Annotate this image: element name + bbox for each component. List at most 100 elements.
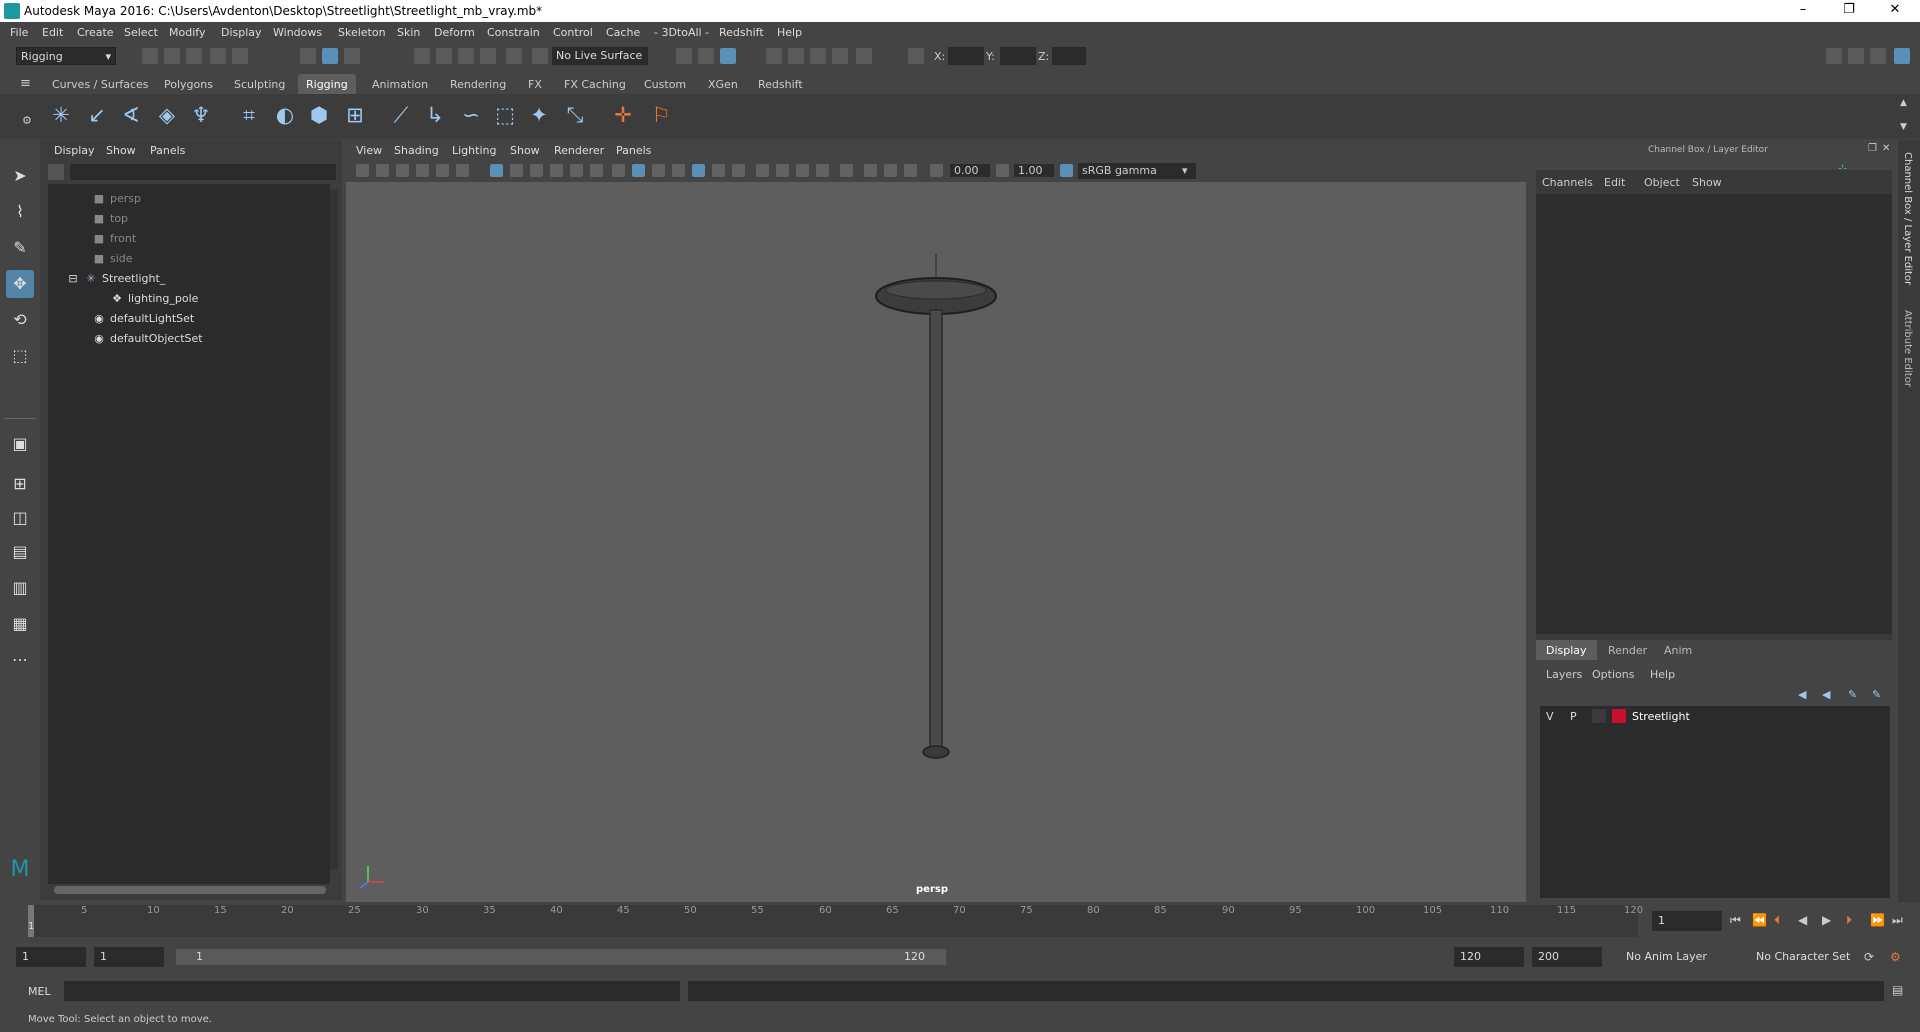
shadows-icon[interactable] [732,164,745,177]
viewport-menu-lighting[interactable]: Lighting [452,144,496,157]
tab-fx[interactable]: FX [520,74,550,94]
input-ops-icon[interactable] [676,48,692,64]
cluster-icon[interactable]: ⬚ [492,102,518,128]
layer-playback-toggle[interactable]: P [1570,710,1577,723]
save-scene-icon[interactable] [186,48,202,64]
minimize-button[interactable]: – [1780,0,1826,22]
play-backwards-icon[interactable]: ◀ [1798,913,1807,927]
command-input[interactable] [64,981,680,1001]
hypershade-icon[interactable] [856,48,872,64]
four-pane-layout-icon[interactable]: ⊞ [6,470,34,498]
graph-layout-icon[interactable]: ▤ [6,538,34,566]
layer-color-swatch[interactable] [1612,709,1626,723]
scale-tool-icon[interactable]: ⬚ [6,342,34,370]
list-item[interactable]: ■ side [92,252,133,270]
parent-constraint-icon[interactable]: ✛ [610,102,636,128]
menu-deform[interactable]: Deform [434,26,475,39]
grease-pencil-icon[interactable] [456,164,469,177]
color-management-icon[interactable] [1060,164,1073,177]
layer-row[interactable]: V P Streetlight [1540,706,1890,726]
list-item[interactable]: ◉ defaultLightSet [92,312,194,330]
smooth-shade-icon[interactable] [632,164,645,177]
animation-end-field[interactable]: 200 [1532,947,1602,967]
gate-mask-icon[interactable] [550,164,563,177]
snap-curve-icon[interactable] [436,48,452,64]
select-object-icon[interactable] [322,48,338,64]
shelf-scroll-down-icon[interactable]: ▼ [1900,122,1907,132]
rotate-tool-icon[interactable]: ⟲ [6,306,34,334]
close-panel-icon[interactable]: ✕ [1882,143,1890,154]
lattice-icon[interactable]: ⊞ [342,102,368,128]
maximize-button[interactable]: ❐ [1826,0,1872,22]
command-language-label[interactable]: MEL [28,985,51,998]
ik-handle-icon[interactable]: ⟋ [388,102,414,128]
menu-display[interactable]: Display [221,26,262,39]
layer-menu-help[interactable]: Help [1650,668,1675,681]
move-layer-up-icon[interactable]: ◀ [1798,688,1806,701]
select-hierarchy-icon[interactable] [300,48,316,64]
film-gate-icon[interactable] [510,164,523,177]
move-tool-icon[interactable]: ✥ [6,270,34,298]
y-field[interactable] [1000,47,1036,65]
bind-skin-icon[interactable]: ◐ [272,102,298,128]
animation-start-field[interactable]: 1 [16,947,86,967]
xray-icon[interactable] [864,164,877,177]
channel-menu-object[interactable]: Object [1644,176,1680,189]
outliner-horizontal-scrollbar[interactable] [54,886,326,894]
outliner-menu-display[interactable]: Display [54,144,95,157]
tab-polygons[interactable]: Polygons [156,74,221,94]
move-layer-down-icon[interactable]: ◀ [1822,688,1830,701]
render-frame-icon[interactable] [788,48,804,64]
list-item[interactable]: ■ persp [92,192,141,210]
wireframe-on-shaded-icon[interactable] [672,164,685,177]
tab-channel-box-layer-editor[interactable]: Channel Box / Layer Editor [1902,152,1913,285]
step-forward-frame-icon[interactable]: ⏩ [1870,913,1885,927]
create-joints-icon[interactable]: ✳ [48,102,74,128]
menu-windows[interactable]: Windows [273,26,322,39]
exposure-icon[interactable] [930,164,943,177]
step-back-frame-icon[interactable]: ⏪ [1752,913,1767,927]
tab-render[interactable]: Render [1598,640,1657,660]
color-space-select[interactable]: sRGB gamma ▾ [1078,163,1196,179]
tab-display[interactable]: Display [1536,640,1597,660]
grid-icon[interactable] [490,164,503,177]
menu-3dtoall[interactable]: - 3DtoAll - [654,26,709,39]
play-forwards-icon[interactable]: ▶ [1822,913,1831,927]
select-component-icon[interactable] [344,48,360,64]
attribute-editor-toggle-icon[interactable] [1848,48,1864,64]
z-field[interactable] [1052,47,1086,65]
layer-menu-layers[interactable]: Layers [1546,668,1582,681]
history-icon[interactable] [532,48,548,64]
auto-key-icon[interactable]: ⟳ [1864,950,1874,964]
menu-set-selector[interactable]: Rigging ▾ [16,47,116,65]
hik-icon[interactable]: ⌗ [236,102,262,128]
viewport-menu-panels[interactable]: Panels [616,144,651,157]
range-slider-bar[interactable]: 1 120 [176,949,946,965]
list-item[interactable]: ⊟ ✳ Streetlight_ [66,272,165,290]
x-field[interactable] [948,47,984,65]
default-lighting-icon[interactable] [652,164,665,177]
menu-cache[interactable]: Cache [606,26,640,39]
anim-layer-select[interactable]: No Anim Layer [1620,947,1738,967]
outliner-menu-panels[interactable]: Panels [150,144,185,157]
current-frame-field[interactable]: 1 [1652,911,1722,931]
tab-custom[interactable]: Custom [636,74,694,94]
tab-fx-caching[interactable]: FX Caching [556,74,634,94]
lasso-tool-icon[interactable]: ⌇ [6,198,34,226]
open-scene-icon[interactable] [164,48,180,64]
menu-constrain[interactable]: Constrain [487,26,540,39]
snap-grid-icon[interactable] [414,48,430,64]
safe-action-icon[interactable] [590,164,603,177]
viewport-menu-view[interactable]: View [356,144,382,157]
channel-menu-channels[interactable]: Channels [1542,176,1593,189]
render-view-icon[interactable] [766,48,782,64]
wireframe-icon[interactable] [612,164,625,177]
3d-viewport-canvas[interactable]: persp [346,182,1526,902]
textured-icon[interactable] [692,164,705,177]
menu-skeleton[interactable]: Skeleton [338,26,386,39]
custom-layout-icon[interactable]: ⋯ [6,646,34,674]
layer-display-type[interactable] [1592,709,1606,723]
field-chart-icon[interactable] [570,164,583,177]
step-back-key-icon[interactable]: ⏴ [1774,913,1780,928]
list-item[interactable]: ■ front [92,232,136,250]
